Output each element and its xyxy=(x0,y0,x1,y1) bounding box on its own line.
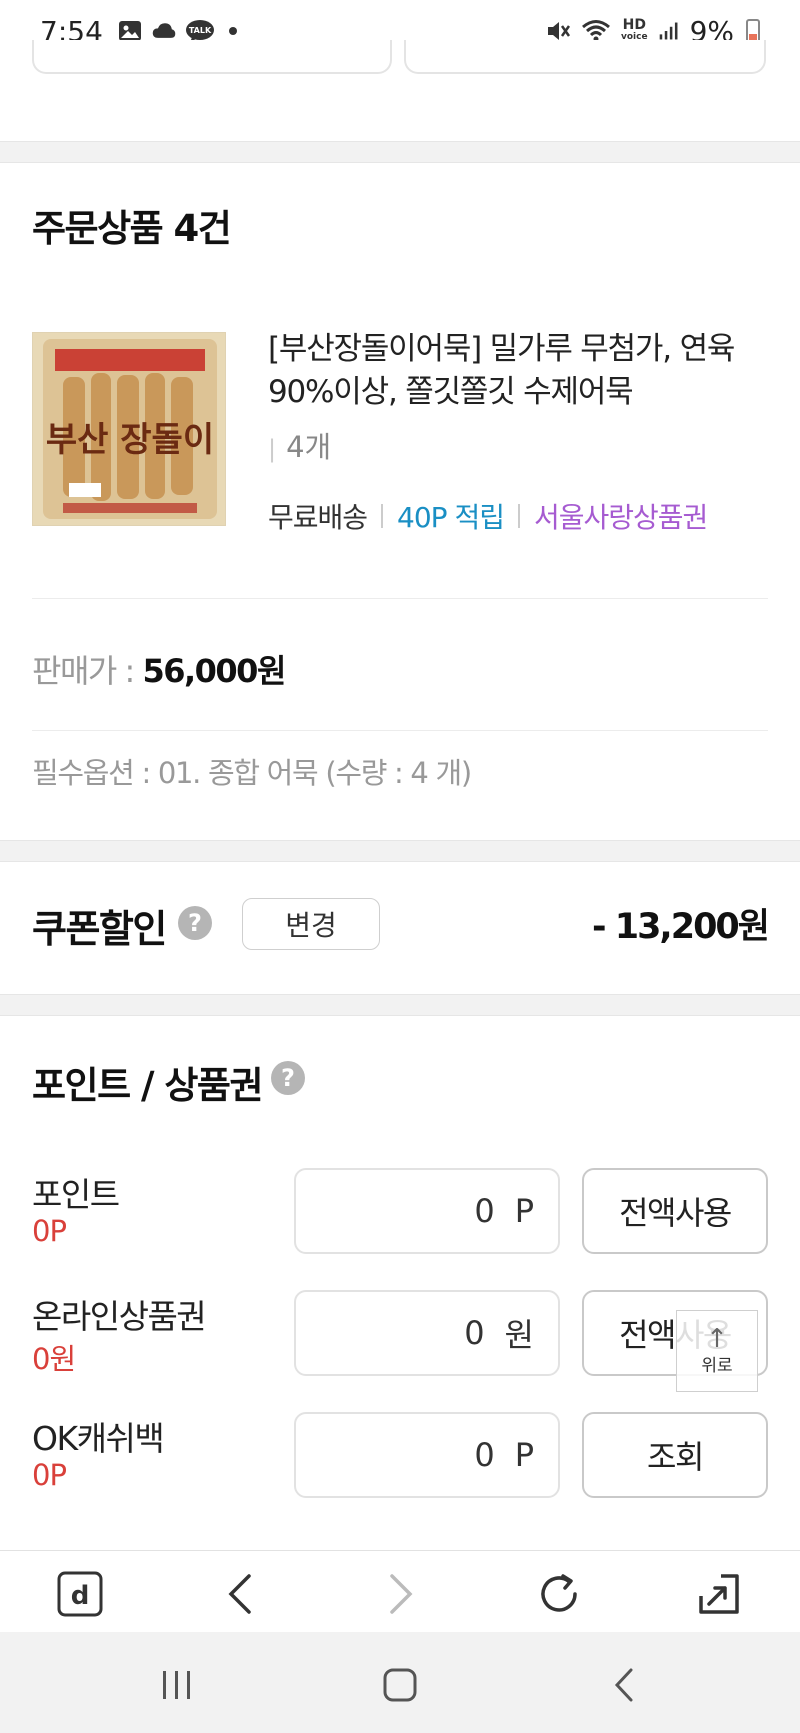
points-help-icon[interactable]: ? xyxy=(271,1061,305,1095)
top-box-right[interactable] xyxy=(404,40,766,74)
top-cut-boxes xyxy=(0,40,800,74)
tag-separator xyxy=(517,504,520,528)
coupon-title: 쿠폰할인 xyxy=(32,907,167,951)
back-icon[interactable] xyxy=(216,1569,266,1619)
tag-points: 40P 적립 xyxy=(397,501,505,534)
scroll-top-button[interactable]: ↑ 위로 xyxy=(676,1310,758,1392)
online-voucher-balance: 0원 xyxy=(32,1342,76,1376)
scroll-top-label: 위로 xyxy=(701,1355,733,1376)
system-navigation-bar xyxy=(0,1632,800,1733)
section-divider xyxy=(0,994,800,1016)
system-back-icon[interactable] xyxy=(600,1660,650,1710)
ok-cashbag-input-unit: P xyxy=(514,1436,534,1474)
section-divider xyxy=(0,840,800,862)
top-box-left[interactable] xyxy=(32,40,392,74)
tag-free-shipping: 무료배송 xyxy=(268,501,368,534)
product-photo: 부산 장돌이 xyxy=(33,333,225,525)
reload-icon[interactable] xyxy=(534,1569,584,1619)
ok-cashbag-lookup-button[interactable]: 조회 xyxy=(582,1412,768,1498)
point-input-value: 0 xyxy=(474,1192,495,1230)
price-row: 판매가 : 56,000원 xyxy=(32,646,286,692)
arrow-up-icon: ↑ xyxy=(706,1323,728,1354)
point-label: 포인트 xyxy=(32,1175,120,1214)
coupon-amount: - 13,200원 xyxy=(592,907,770,947)
product-quantity-value: 4개 xyxy=(286,430,332,464)
ok-cashbag-label: OK캐쉬백 xyxy=(32,1419,165,1458)
recent-apps-icon[interactable] xyxy=(152,1660,202,1710)
point-input-unit: P xyxy=(514,1192,534,1230)
points-section-title: 포인트 / 상품권 xyxy=(32,1064,264,1107)
coupon-help-icon[interactable]: ? xyxy=(178,906,212,940)
home-icon[interactable] xyxy=(375,1660,425,1710)
point-input[interactable]: 0 P xyxy=(294,1168,560,1254)
point-use-all-button[interactable]: 전액사용 xyxy=(582,1168,768,1254)
forward-icon[interactable] xyxy=(375,1569,425,1619)
required-option: 필수옵션 : 01. 종합 어묵 (수량 : 4 개) xyxy=(32,756,472,790)
hd-label: HD xyxy=(622,17,646,33)
dot-icon xyxy=(228,27,237,35)
talk-badge: TALK xyxy=(189,26,212,35)
price-divider xyxy=(32,730,768,731)
online-voucher-input[interactable]: 0 원 xyxy=(294,1290,560,1376)
product-quantity: | 4개 xyxy=(268,424,331,466)
online-voucher-label: 온라인상품권 xyxy=(32,1297,207,1336)
price-value: 56,000원 xyxy=(142,652,286,690)
product-image[interactable]: 부산 장돌이 xyxy=(32,332,226,526)
home-d-icon[interactable]: d xyxy=(55,1569,105,1619)
online-voucher-input-value: 0 xyxy=(464,1314,485,1352)
ok-cashbag-input-value: 0 xyxy=(474,1436,495,1474)
price-label: 판매가 : xyxy=(32,652,143,690)
tag-voucher: 서울사랑상품권 xyxy=(533,501,708,534)
order-section-title: 주문상품 4건 xyxy=(32,207,232,250)
share-icon[interactable] xyxy=(694,1569,744,1619)
ok-cashbag-input[interactable]: 0 P xyxy=(294,1412,560,1498)
qty-separator: | xyxy=(268,435,277,463)
tag-separator xyxy=(381,504,384,528)
coupon-change-button[interactable]: 변경 xyxy=(242,898,380,950)
svg-text:d: d xyxy=(71,1581,90,1611)
online-voucher-input-unit: 원 xyxy=(504,1316,534,1354)
product-title[interactable]: [부산장돌이어묵] 밀가루 무첨가, 연육 90%이상, 쫄깃쫄깃 수제어묵 xyxy=(268,328,738,414)
product-divider xyxy=(32,598,768,599)
browser-toolbar: d xyxy=(0,1550,800,1632)
product-tags: 무료배송 40P 적립 서울사랑상품권 xyxy=(268,496,708,536)
section-divider xyxy=(0,141,800,163)
point-balance: 0P xyxy=(32,1214,67,1248)
product-image-text: 부산 장돌이 xyxy=(46,420,214,460)
ok-cashbag-balance: 0P xyxy=(32,1458,67,1492)
